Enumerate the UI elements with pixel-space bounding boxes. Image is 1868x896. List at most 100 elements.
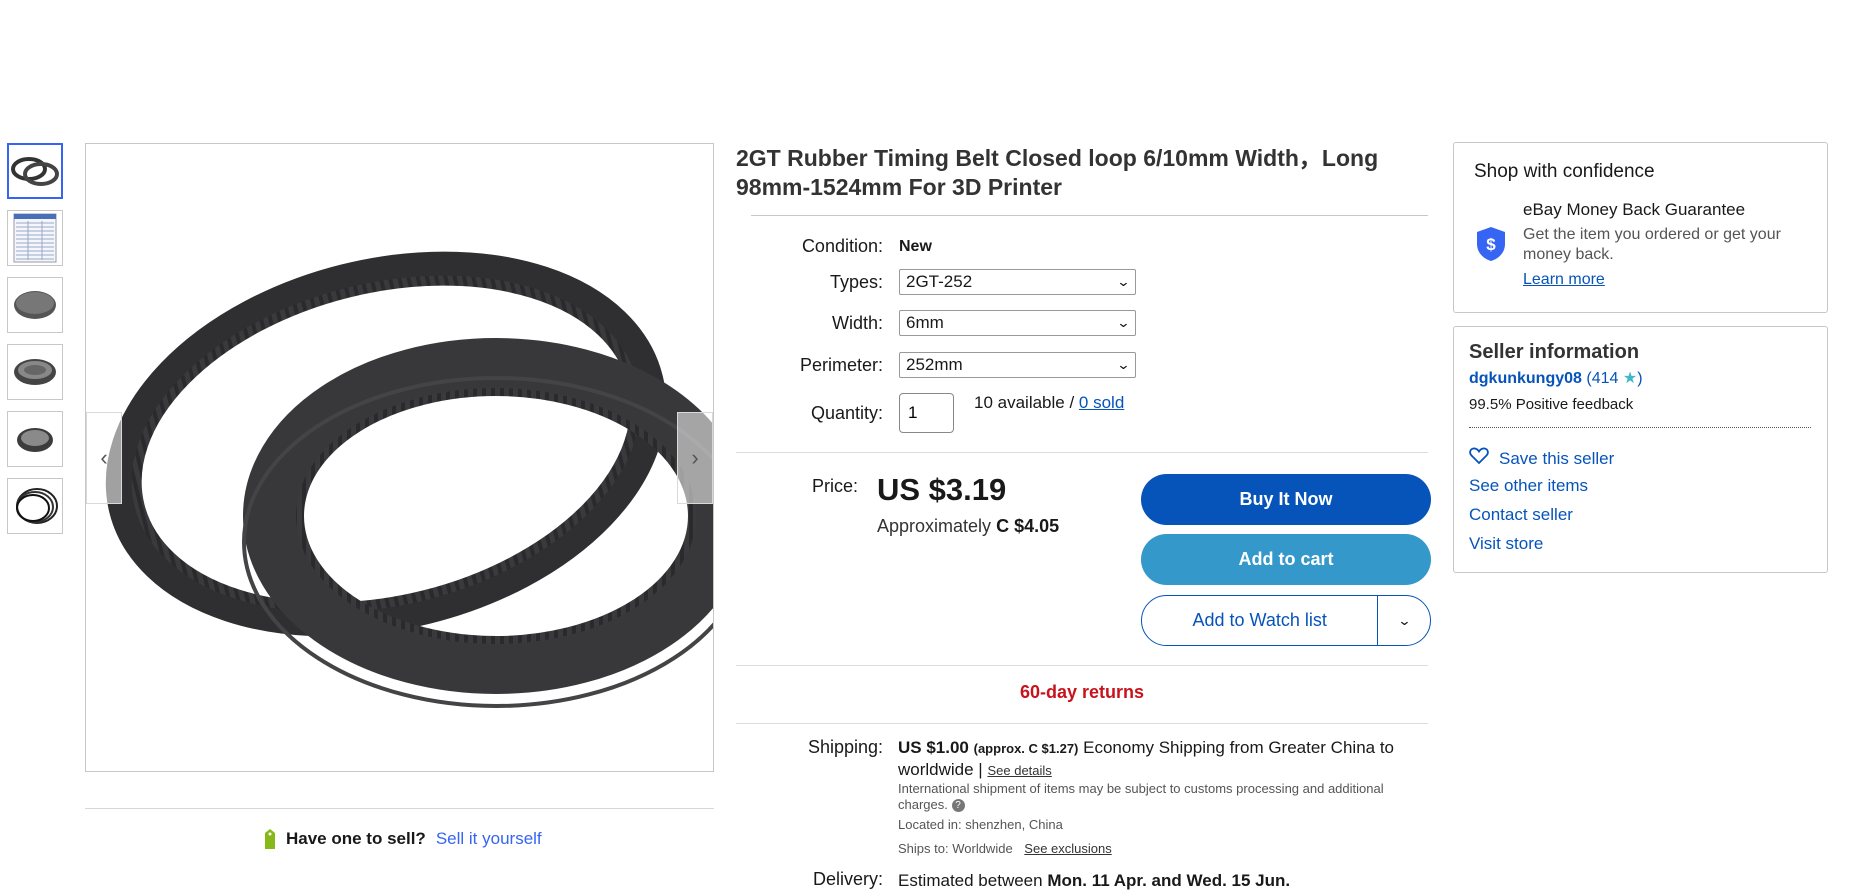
thumbnail-belt-disk-1[interactable] — [7, 277, 63, 333]
chevron-right-icon: › — [691, 445, 699, 470]
seller-information-panel: Seller information dgkunkungy08 (414 ★) … — [1453, 326, 1828, 573]
thumbnail-belt-loops[interactable] — [7, 478, 63, 534]
sell-yourself-row: Have one to sell? Sell it yourself — [262, 828, 542, 850]
timing-belts-image — [105, 251, 713, 708]
perimeter-select[interactable]: 252mm ⌄ — [899, 352, 1136, 378]
thumbnail-belt-disk-2[interactable] — [7, 344, 63, 400]
available-count: 10 available / — [974, 393, 1075, 412]
see-details-link[interactable]: See details — [987, 763, 1051, 778]
divider — [736, 723, 1428, 724]
save-seller-label: Save this seller — [1499, 449, 1615, 468]
delivery-estimate: Estimated between Mon. 11 Apr. and Wed. … — [898, 871, 1290, 891]
thumbnail-belt-pair[interactable] — [7, 143, 63, 199]
quantity-input[interactable] — [899, 393, 954, 433]
ships-to-value: Worldwide — [952, 841, 1013, 856]
perimeter-label: Perimeter: — [799, 354, 883, 375]
quantity-row: Quantity: 10 available / 0 sold — [740, 393, 1124, 433]
approx-price: Approximately C $4.05 — [877, 516, 1059, 537]
chevron-down-icon: ⌄ — [1397, 612, 1412, 628]
thumbnail-belt-disk-3[interactable] — [7, 411, 63, 467]
contact-seller-link[interactable]: Contact seller — [1469, 505, 1573, 525]
shipping-method: Economy Shipping from Greater China to w… — [898, 738, 1394, 779]
feedback-score: 414 — [1591, 370, 1619, 387]
watch-list-button-group: Add to Watch list ⌄ — [1141, 595, 1431, 646]
price-label: Price: — [812, 476, 859, 496]
condition-row: Condition: New — [740, 236, 932, 257]
condition-value: New — [899, 237, 932, 255]
sell-question: Have one to sell? — [286, 829, 426, 848]
money-back-title: eBay Money Back Guarantee — [1523, 200, 1746, 219]
main-product-image[interactable]: ‹ › — [85, 143, 714, 772]
width-label: Width: — [831, 312, 883, 333]
thumbnail-size-table[interactable] — [7, 210, 63, 266]
learn-more-link[interactable]: Learn more — [1523, 271, 1605, 289]
feedback-count[interactable]: (414 ★) — [1586, 370, 1642, 387]
customs-note-text: International shipment of items may be s… — [898, 781, 1384, 812]
sell-it-yourself-link[interactable]: Sell it yourself — [436, 829, 542, 849]
svg-text:$: $ — [1486, 235, 1496, 254]
sold-link[interactable]: 0 sold — [1079, 393, 1124, 412]
previous-image-button[interactable]: ‹ — [86, 412, 122, 504]
thumbnail-strip — [7, 143, 63, 545]
shipping-info: US $1.00 (approx. C $1.27) Economy Shipp… — [898, 737, 1428, 781]
money-back-desc: Get the item you ordered or get your mon… — [1523, 226, 1781, 263]
width-select[interactable]: 6mm ⌄ — [899, 310, 1136, 336]
see-other-items-link[interactable]: See other items — [1469, 476, 1588, 496]
add-to-cart-button[interactable]: Add to cart — [1141, 534, 1431, 585]
seller-name-row: dgkunkungy08 (414 ★) — [1469, 368, 1643, 388]
width-selected: 6mm — [906, 313, 944, 332]
types-select[interactable]: 2GT-252 ⌄ — [899, 269, 1136, 295]
close-paren: ) — [1637, 370, 1643, 387]
condition-label: Condition: — [801, 236, 883, 256]
returns-policy: 60-day returns — [1019, 682, 1145, 702]
shipping-approx: (approx. C $1.27) — [973, 741, 1079, 756]
ships-to-label: Ships to: — [898, 841, 949, 856]
types-selected: 2GT-252 — [906, 272, 973, 291]
see-exclusions-link[interactable]: See exclusions — [1024, 841, 1111, 856]
chevron-down-icon: ⌄ — [1116, 315, 1131, 330]
price-value: US $3.19 — [877, 472, 1007, 507]
availability: 10 available / 0 sold — [974, 393, 1124, 413]
perimeter-selected: 252mm — [906, 355, 963, 374]
shop-with-confidence-panel: Shop with confidence $ eBay Money Back G… — [1453, 142, 1828, 313]
located-label: Located in: — [898, 817, 962, 832]
located-value: shenzhen, China — [965, 817, 1063, 832]
heart-icon — [1469, 447, 1489, 464]
page-title: 2GT Rubber Timing Belt Closed loop 6/10m… — [736, 145, 1379, 200]
quantity-label: Quantity: — [810, 402, 883, 423]
seller-name-link[interactable]: dgkunkungy08 — [1469, 370, 1582, 387]
customs-note: International shipment of items may be s… — [898, 781, 1428, 813]
divider — [1469, 427, 1811, 428]
perimeter-row: Perimeter: 252mm ⌄ — [740, 352, 1136, 378]
delivery-label: Delivery: — [812, 869, 883, 889]
add-to-watch-list-button[interactable]: Add to Watch list — [1142, 610, 1377, 631]
buy-it-now-button[interactable]: Buy It Now — [1141, 474, 1431, 525]
help-icon[interactable]: ? — [951, 799, 965, 813]
divider — [736, 665, 1428, 666]
types-row: Types: 2GT-252 ⌄ — [740, 269, 1136, 295]
chevron-down-icon: ⌄ — [1116, 357, 1131, 372]
approx-value: C $4.05 — [996, 516, 1060, 536]
tag-icon — [265, 829, 275, 849]
divider — [85, 808, 714, 809]
chevron-left-icon: ‹ — [100, 445, 108, 470]
types-label: Types: — [829, 271, 883, 292]
located-row: Located in: shenzhen, China — [898, 817, 1063, 832]
save-seller-link[interactable]: Save this seller — [1469, 447, 1614, 469]
shipping-label: Shipping: — [807, 737, 883, 757]
delivery-prefix: Estimated between — [898, 871, 1043, 890]
shield-dollar-icon: $ — [1477, 227, 1505, 261]
seller-heading: Seller information — [1469, 341, 1640, 363]
next-image-button[interactable]: › — [677, 412, 713, 504]
watch-list-dropdown[interactable]: ⌄ — [1377, 596, 1430, 645]
star-icon: ★ — [1622, 370, 1638, 387]
delivery-dates: Mon. 11 Apr. and Wed. 15 Jun. — [1047, 871, 1291, 890]
divider — [736, 452, 1428, 453]
approx-prefix: Approximately — [877, 516, 992, 536]
confidence-heading: Shop with confidence — [1474, 161, 1655, 182]
visit-store-link[interactable]: Visit store — [1469, 534, 1543, 554]
chevron-down-icon: ⌄ — [1116, 274, 1131, 289]
ships-to-row: Ships to: Worldwide See exclusions — [898, 841, 1112, 856]
divider — [751, 215, 1428, 216]
shipping-cost: US $1.00 — [898, 738, 969, 757]
